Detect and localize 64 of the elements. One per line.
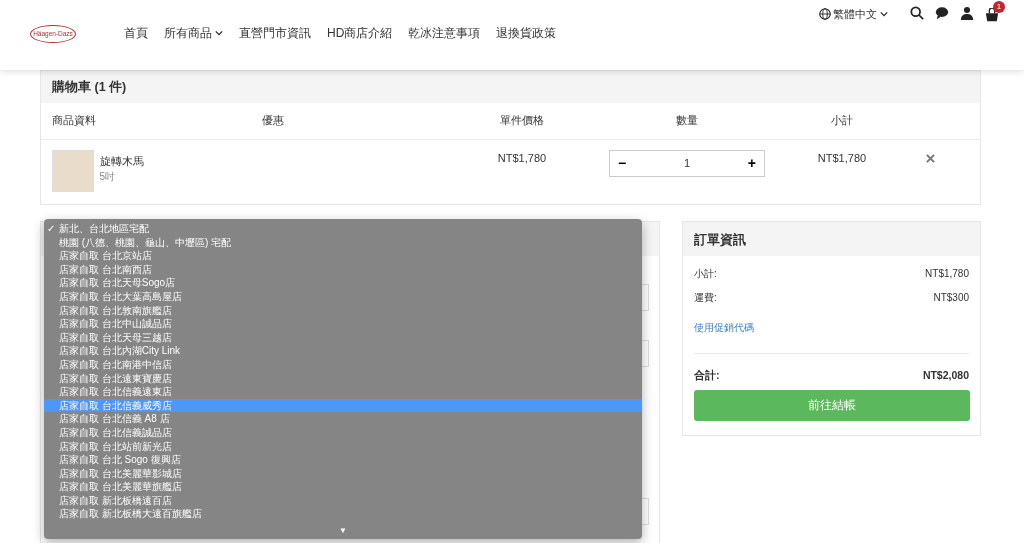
nav-link[interactable]: 退換貨政策	[488, 25, 565, 41]
dropdown-option[interactable]: 店家自取 台北大葉高島屋店	[44, 289, 642, 304]
dropdown-option[interactable]: 店家自取 台北中山誠品店	[44, 317, 642, 331]
nav-link[interactable]: HD商店介紹	[319, 25, 401, 41]
language-selector[interactable]: 繁體中文	[833, 6, 878, 23]
nav-link[interactable]: 直營門市資訊	[231, 25, 319, 41]
scroll-down-arrow-icon[interactable]: ▼	[44, 525, 642, 537]
checkout-button[interactable]: 前往結帳	[694, 389, 970, 421]
dropdown-option[interactable]: 店家自取 新北板橋遠百店	[44, 493, 642, 508]
dropdown-option[interactable]: 店家自取 台北信義威秀店	[44, 398, 642, 413]
quantity-value: 1	[683, 156, 691, 171]
dropdown-option[interactable]: 店家自取 台北美麗華影城店	[44, 466, 642, 481]
total-value: NT$2,080	[922, 368, 969, 384]
dropdown-option[interactable]: 店家自取 台北敦南旗艦店	[44, 303, 642, 318]
column-header: 小計	[831, 114, 853, 126]
dropdown-option[interactable]: 店家自取 台北遠東寶慶店	[44, 371, 642, 386]
summary-value: NT$300	[933, 291, 969, 306]
product-name: 旋轉木馬	[99, 153, 144, 169]
minus-button[interactable]: −	[618, 156, 627, 171]
plus-button[interactable]: +	[747, 156, 756, 171]
shopping-bag-icon[interactable]	[985, 8, 999, 23]
dropdown-option[interactable]: 店家自取 台北 Sogo 復興店	[44, 453, 642, 467]
user-icon[interactable]	[960, 6, 974, 20]
quantity-stepper[interactable]: − 1 +	[609, 149, 765, 177]
unit-price: NT$1,780	[497, 151, 547, 164]
dropdown-option[interactable]: 店家自取 台北站前新光店	[44, 439, 642, 454]
dropdown-option[interactable]: ✓ 新北、台北地區宅配	[44, 222, 642, 236]
column-header: 單件價格	[500, 114, 544, 126]
dropdown-option[interactable]: 店家自取 台北內湖City Link	[44, 344, 642, 358]
nav-link[interactable]: 所有商品	[156, 25, 231, 41]
checkmark-icon: ✓	[47, 222, 55, 236]
chat-bubble-icon[interactable]	[935, 6, 949, 20]
summary-value: NT$1,780	[925, 267, 969, 282]
column-header: 數量	[676, 114, 698, 126]
dropdown-option[interactable]: 店家自取 新北板橋大遠百旗艦店	[44, 507, 642, 522]
cart-title: 購物車 (1 件)	[41, 71, 980, 103]
dropdown-option[interactable]: 店家自取 台北信義誠品店	[44, 425, 642, 440]
chevron-icon[interactable]	[215, 29, 223, 37]
close-icon[interactable]	[926, 154, 935, 164]
product-photo-placeholder	[52, 149, 94, 192]
column-header: 商品資料	[52, 114, 96, 126]
total-label: 合計:	[694, 368, 720, 384]
product-variant: 5吋	[99, 170, 117, 185]
chevron-icon	[880, 10, 888, 19]
column-header: 優惠	[262, 114, 284, 126]
nav-link[interactable]: 首頁	[116, 25, 156, 41]
globe-icon[interactable]	[818, 8, 831, 21]
summary-label: 小計:	[694, 267, 717, 282]
summary-label: 運費:	[694, 291, 717, 306]
order-summary-title: 訂單資訊	[683, 222, 980, 257]
dropdown-option[interactable]: 店家自取 台北天母三越店	[44, 330, 642, 345]
search-icon[interactable]	[910, 6, 924, 20]
cart-count-badge: 1	[993, 1, 1005, 13]
dropdown-option[interactable]: 店家自取 台北美麗華旗艦店	[44, 480, 642, 494]
dropdown-option[interactable]: 店家自取 台北天母Sogo店	[44, 276, 642, 290]
dropdown-option[interactable]: 店家自取 台北南港中信店	[44, 357, 642, 372]
promo-code-link[interactable]: 使用促銷代碼	[694, 319, 754, 335]
nav-link[interactable]: 乾冰注意事項	[400, 25, 489, 41]
dropdown-option[interactable]: 店家自取 台北信義 A8 店	[44, 412, 642, 426]
item-subtotal: NT$1,780	[817, 151, 867, 164]
dropdown-option[interactable]: 店家自取 台北南西店	[44, 262, 642, 277]
dropdown-option[interactable]: 店家自取 台北京站店	[44, 249, 642, 263]
dropdown-option[interactable]: 店家自取 台北信義遠東店	[44, 385, 642, 399]
dropdown-option[interactable]: 桃園 (八德、桃園、龜山、中壢區) 宅配	[44, 235, 642, 250]
